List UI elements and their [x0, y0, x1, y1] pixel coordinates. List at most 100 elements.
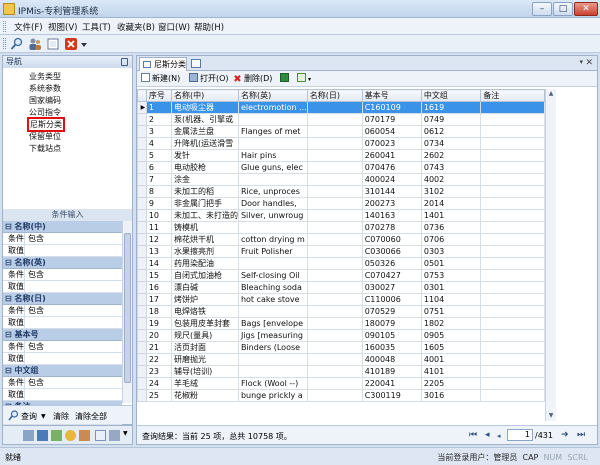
- cell-index[interactable]: 13: [146, 246, 171, 258]
- cond-group-name-jp[interactable]: ⊟ 名称(日): [3, 293, 122, 305]
- users-icon[interactable]: [28, 37, 42, 51]
- cell-remark[interactable]: [481, 210, 545, 222]
- cell-remark[interactable]: [481, 102, 545, 114]
- table-row[interactable]: 23辅导(培训)4101894101: [138, 366, 545, 378]
- tab-nice-classification[interactable]: 尼斯分类: [139, 57, 187, 71]
- scroll-up-icon[interactable]: ▲: [547, 90, 555, 98]
- column-header-base-number[interactable]: 基本号: [362, 90, 421, 102]
- cell-name-en[interactable]: Glue guns, elec: [238, 162, 307, 174]
- cell-remark[interactable]: [481, 234, 545, 246]
- current-row-icon[interactable]: ▶: [138, 102, 147, 114]
- cell-base-number[interactable]: 070023: [362, 138, 421, 150]
- cell-remark[interactable]: [481, 306, 545, 318]
- table-row[interactable]: 10未加工、未打造的Silver, unwroug1401631401: [138, 210, 545, 222]
- menu-file[interactable]: 文件(F): [14, 21, 43, 33]
- cell-index[interactable]: 10: [146, 210, 171, 222]
- cell-name-jp[interactable]: [307, 198, 362, 210]
- cell-base-number[interactable]: C030066: [362, 246, 421, 258]
- cell-name-cn[interactable]: 包装用皮革封套: [171, 318, 238, 330]
- cell-remark[interactable]: [481, 366, 545, 378]
- cell-base-number[interactable]: 260041: [362, 150, 421, 162]
- row-indicator[interactable]: [138, 258, 147, 270]
- table-row[interactable]: 14药用染配油0503260501: [138, 258, 545, 270]
- table-row[interactable]: 18电焊烙铁0705290751: [138, 306, 545, 318]
- cell-name-cn[interactable]: 未加工、未打造的: [171, 210, 238, 222]
- dropdown-icon[interactable]: [80, 37, 88, 51]
- new-button[interactable]: 新建(N): [141, 73, 180, 84]
- cell-index[interactable]: 7: [146, 174, 171, 186]
- cell-index[interactable]: 19: [146, 318, 171, 330]
- menu-view[interactable]: 视图(V): [48, 21, 77, 33]
- cell-name-en[interactable]: Flock (Wool --): [238, 378, 307, 390]
- cell-cn-group[interactable]: 0612: [421, 126, 480, 138]
- cell-name-cn[interactable]: 泵(机器、引擎或: [171, 114, 238, 126]
- table-row[interactable]: 22研磨抛光4000484001: [138, 354, 545, 366]
- menu-favorites[interactable]: 收藏夹(B): [117, 21, 155, 33]
- cell-name-en[interactable]: [238, 114, 307, 126]
- cond-value[interactable]: [25, 281, 28, 292]
- row-indicator[interactable]: [138, 126, 147, 138]
- cell-name-jp[interactable]: [307, 126, 362, 138]
- cell-cn-group[interactable]: 0905: [421, 330, 480, 342]
- table-row[interactable]: 4升降机(运送滑雪0700230734: [138, 138, 545, 150]
- row-indicator[interactable]: [138, 390, 147, 402]
- cell-name-cn[interactable]: 未加工的稻: [171, 186, 238, 198]
- cell-cn-group[interactable]: 0751: [421, 306, 480, 318]
- cell-name-jp[interactable]: [307, 114, 362, 126]
- table-row[interactable]: 17烤饼炉hot cake stoveC1100061104: [138, 294, 545, 306]
- cell-cn-group[interactable]: 1104: [421, 294, 480, 306]
- cell-name-jp[interactable]: [307, 282, 362, 294]
- cond-value[interactable]: 包含: [25, 233, 44, 244]
- row-indicator[interactable]: [138, 198, 147, 210]
- cell-cn-group[interactable]: 3102: [421, 186, 480, 198]
- delete-icon[interactable]: [64, 37, 78, 51]
- cell-name-jp[interactable]: [307, 186, 362, 198]
- cond-value[interactable]: [25, 317, 28, 328]
- cell-cn-group[interactable]: 2205: [421, 378, 480, 390]
- cell-cn-group[interactable]: 0749: [421, 114, 480, 126]
- cell-base-number[interactable]: 070529: [362, 306, 421, 318]
- cell-index[interactable]: 20: [146, 330, 171, 342]
- cell-index[interactable]: 12: [146, 234, 171, 246]
- cell-name-en[interactable]: Fruit Polisher: [238, 246, 307, 258]
- cell-remark[interactable]: [481, 162, 545, 174]
- clear-all-button[interactable]: 清除全部: [75, 411, 107, 422]
- cell-name-en[interactable]: [238, 306, 307, 318]
- cell-cn-group[interactable]: 0301: [421, 282, 480, 294]
- cell-cn-group[interactable]: 3016: [421, 390, 480, 402]
- row-indicator[interactable]: [138, 330, 147, 342]
- row-indicator[interactable]: [138, 150, 147, 162]
- cell-cn-group[interactable]: 1605: [421, 342, 480, 354]
- cond-row[interactable]: 取值: [3, 281, 122, 293]
- cond-row[interactable]: 取值: [3, 389, 122, 401]
- cell-name-cn[interactable]: 金属法兰盘: [171, 126, 238, 138]
- cell-name-en[interactable]: [238, 222, 307, 234]
- cell-name-cn[interactable]: 电焊烙铁: [171, 306, 238, 318]
- cell-cn-group[interactable]: 4001: [421, 354, 480, 366]
- cond-row[interactable]: 条件包含: [3, 305, 122, 317]
- cell-name-jp[interactable]: [307, 366, 362, 378]
- cond-group-cn-group[interactable]: ⊟ 中文组: [3, 365, 122, 377]
- cond-value[interactable]: 包含: [25, 341, 44, 352]
- clear-button[interactable]: 清除: [53, 411, 69, 422]
- star-icon[interactable]: [65, 430, 76, 441]
- table-row[interactable]: ▶1电动吸尘器electromotion ...C1601091619: [138, 102, 545, 114]
- prev-icon[interactable]: ◂: [497, 432, 501, 440]
- cell-name-en[interactable]: cotton drying m: [238, 234, 307, 246]
- row-indicator[interactable]: [138, 222, 147, 234]
- chevron-down-icon[interactable]: ▼: [123, 430, 128, 437]
- table-row[interactable]: 24羊毛绒Flock (Wool --)2200412205: [138, 378, 545, 390]
- row-indicator[interactable]: [138, 342, 147, 354]
- table-row[interactable]: 16漂白碱Bleaching soda0300270301: [138, 282, 545, 294]
- cell-base-number[interactable]: 090105: [362, 330, 421, 342]
- cell-name-jp[interactable]: [307, 342, 362, 354]
- open-button[interactable]: 打开(O): [189, 73, 229, 84]
- cell-name-cn[interactable]: 升降机(运送滑雪: [171, 138, 238, 150]
- cell-cn-group[interactable]: 2602: [421, 150, 480, 162]
- chevron-down-icon[interactable]: ▼: [41, 413, 46, 420]
- column-header-remark[interactable]: 备注: [481, 90, 545, 102]
- cond-value[interactable]: [25, 389, 28, 400]
- table-row[interactable]: 3金属法兰盘Flanges of met0600540612: [138, 126, 545, 138]
- cell-base-number[interactable]: C070427: [362, 270, 421, 282]
- column-header-name-en[interactable]: 名称(英): [238, 90, 307, 102]
